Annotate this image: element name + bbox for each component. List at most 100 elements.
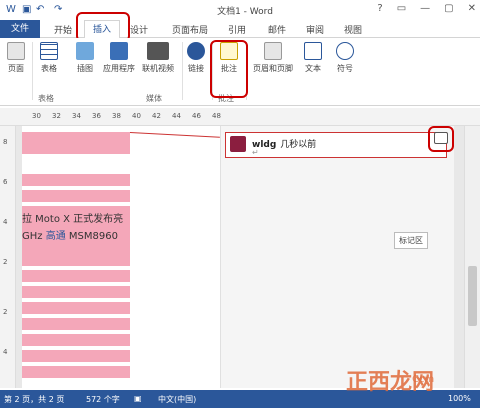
highlighted-text-block xyxy=(22,190,130,202)
tab-page-layout[interactable]: 页面布局 xyxy=(172,23,208,36)
document-line-text: GHz xyxy=(22,231,46,242)
highlighted-text-block xyxy=(22,318,130,330)
group-label-media: 媒体 xyxy=(146,94,162,103)
apps-label: 应用程序 xyxy=(103,64,135,73)
tab-file[interactable]: 文件 xyxy=(0,20,40,38)
highlighted-text-block xyxy=(22,174,130,186)
pages-label: 页面 xyxy=(8,64,24,73)
online-video-label: 联机视频 xyxy=(142,64,174,73)
redo-icon[interactable]: ↷ xyxy=(54,4,62,15)
vertical-scrollbar[interactable] xyxy=(464,126,480,388)
avatar xyxy=(230,136,246,152)
symbols-button[interactable]: 符号 xyxy=(332,42,358,74)
ruler-number: 6 xyxy=(3,178,8,186)
ruler-number: 38 xyxy=(112,112,121,120)
link-icon xyxy=(187,42,205,60)
page-icon xyxy=(7,42,25,60)
document-line: 拉 Moto X 正式发布亮 xyxy=(22,210,123,225)
header-footer-button[interactable]: 页眉和页脚 xyxy=(248,42,298,74)
text-box-icon xyxy=(304,42,322,60)
document-line: GHz 高通 MSM8960 xyxy=(22,227,118,242)
tab-design[interactable]: 设计 xyxy=(130,23,148,36)
group-separator xyxy=(32,42,33,100)
ruler-number: 40 xyxy=(132,112,141,120)
pages-button[interactable]: 页面 xyxy=(4,42,28,74)
ruler-number: 44 xyxy=(172,112,181,120)
online-video-button[interactable]: 联机视频 xyxy=(138,42,178,74)
tab-view[interactable]: 视图 xyxy=(344,23,362,36)
video-icon xyxy=(147,42,169,60)
highlighted-text-block xyxy=(22,366,130,378)
group-label-tables: 表格 xyxy=(38,94,54,103)
document-line-text: 拉 Moto X 正式发布亮 xyxy=(22,214,124,225)
group-separator xyxy=(182,42,183,100)
ruler-number: 8 xyxy=(3,138,8,146)
ruler-number: 32 xyxy=(52,112,61,120)
ruler-number: 4 xyxy=(3,218,8,226)
illustrations-button[interactable]: 插图 xyxy=(72,42,98,74)
header-footer-label: 页眉和页脚 xyxy=(253,64,293,73)
proofing-icon[interactable]: ▣ xyxy=(134,394,142,403)
watermark-subtext: Ccm xyxy=(412,374,435,385)
highlighted-text-block xyxy=(22,286,130,298)
highlighted-text-block xyxy=(22,334,130,346)
ribbon-tabs: 文件 开始 插入 设计 页面布局 引用 邮件 审阅 视图 xyxy=(0,20,480,39)
save-icon[interactable]: ▣ xyxy=(22,4,31,15)
horizontal-ruler[interactable]: 30 32 34 36 38 40 42 44 46 48 xyxy=(0,108,480,126)
comment-button-highlight xyxy=(210,40,248,98)
tab-references[interactable]: 引用 xyxy=(228,23,246,36)
help-icon[interactable]: ? xyxy=(377,3,382,14)
illustrations-label: 插图 xyxy=(77,64,93,73)
vertical-ruler[interactable]: 8 6 4 2 2 4 xyxy=(0,126,16,388)
close-button[interactable]: ✕ xyxy=(468,3,476,14)
maximize-button[interactable]: ▢ xyxy=(444,3,453,14)
comment-time: 几秒以前 xyxy=(280,140,317,150)
paragraph-mark[interactable]: ↵ xyxy=(252,148,259,157)
ruler-number: 48 xyxy=(212,112,221,120)
highlighted-text-block xyxy=(22,270,130,282)
minimize-button[interactable]: — xyxy=(420,3,430,14)
ruler-number: 4 xyxy=(3,348,8,356)
word-count[interactable]: 572 个字 xyxy=(86,394,120,405)
comment-connector-line xyxy=(129,132,220,138)
highlighted-text-block xyxy=(22,350,130,362)
zoom-level[interactable]: 100% xyxy=(448,394,471,403)
word-logo-icon: W xyxy=(6,4,16,15)
picture-icon xyxy=(76,42,94,60)
comment-header: wldg 几秒以前 xyxy=(252,137,316,150)
ruler-number: 2 xyxy=(3,258,8,266)
links-label: 链接 xyxy=(188,64,204,73)
highlighted-text-block xyxy=(22,302,130,314)
tab-mailings[interactable]: 邮件 xyxy=(268,23,286,36)
apps-icon xyxy=(110,42,128,60)
hyperlink-text[interactable]: 高通 xyxy=(46,231,66,242)
language-indicator[interactable]: 中文(中国) xyxy=(158,394,196,405)
table-button[interactable]: 表格 xyxy=(36,42,62,74)
reply-comment-icon[interactable] xyxy=(434,132,448,144)
window-title: 文档1 - Word xyxy=(217,7,273,17)
undo-icon[interactable]: ↶ xyxy=(36,4,44,15)
ruler-number: 42 xyxy=(152,112,161,120)
header-footer-icon xyxy=(264,42,282,60)
ruler-number: 36 xyxy=(92,112,101,120)
apps-button[interactable]: 应用程序 xyxy=(102,42,136,74)
comment-balloon[interactable]: wldg 几秒以前 ↵ xyxy=(225,132,447,158)
text-button[interactable]: 文本 xyxy=(300,42,326,74)
page-count[interactable]: 第 2 页，共 2 页 xyxy=(4,394,64,405)
ruler-number: 34 xyxy=(72,112,81,120)
tab-review[interactable]: 审阅 xyxy=(306,23,324,36)
omega-icon xyxy=(336,42,354,60)
ruler-number: 46 xyxy=(192,112,201,120)
links-button[interactable]: 链接 xyxy=(184,42,208,74)
table-icon xyxy=(40,42,58,60)
ribbon-display-icon[interactable]: ▭ xyxy=(397,3,406,14)
tab-home[interactable]: 开始 xyxy=(54,23,72,36)
markup-area: wldg 几秒以前 ↵ xyxy=(220,126,454,388)
document-area[interactable]: 拉 Moto X 正式发布亮 GHz 高通 MSM8960 wldg 几秒以前 ↵… xyxy=(16,126,464,388)
symbols-label: 符号 xyxy=(337,64,353,73)
markup-area-tooltip: 标记区 xyxy=(394,232,428,249)
scrollbar-thumb[interactable] xyxy=(468,266,477,326)
ruler-number: 2 xyxy=(3,308,8,316)
table-label: 表格 xyxy=(41,64,57,73)
document-page[interactable]: 拉 Moto X 正式发布亮 GHz 高通 MSM8960 wldg 几秒以前 ↵… xyxy=(22,126,454,388)
